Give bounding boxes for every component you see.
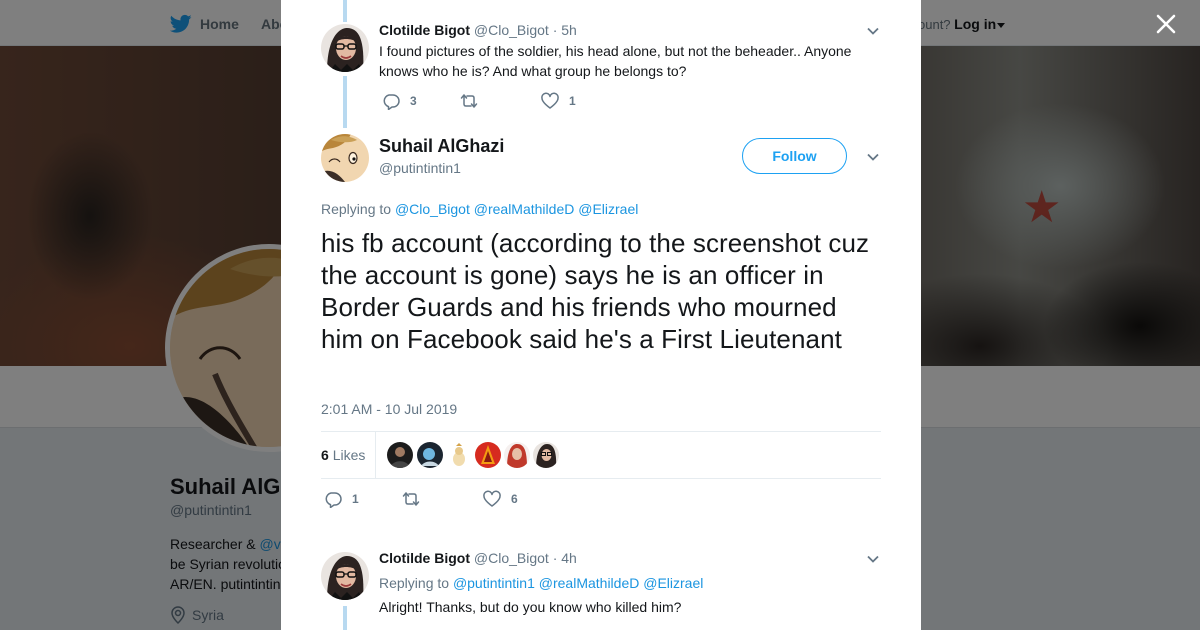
mention-link[interactable]: @Clo_Bigot bbox=[395, 201, 470, 217]
avatar[interactable] bbox=[321, 134, 369, 182]
retweet-action[interactable] bbox=[460, 92, 488, 110]
mention-link[interactable]: @Elizrael bbox=[578, 201, 638, 217]
liker-avatar[interactable] bbox=[475, 442, 501, 468]
mention-link[interactable]: @realMathildeD bbox=[474, 201, 575, 217]
tweet-time[interactable]: · 5h bbox=[553, 22, 577, 38]
tweet-author-handle[interactable]: @Clo_Bigot bbox=[474, 550, 549, 566]
tweet-author-name[interactable]: Suhail AlGhazi bbox=[379, 136, 504, 157]
thread-line-bottom bbox=[343, 606, 347, 630]
replying-to: Replying to @putintintin1 @realMathildeD… bbox=[379, 575, 703, 591]
likes-stat[interactable]: 6 Likes bbox=[321, 447, 365, 463]
chevron-down-icon[interactable] bbox=[866, 24, 880, 38]
retweet-icon bbox=[460, 94, 478, 108]
tweet-author-handle[interactable]: @Clo_Bigot bbox=[474, 22, 549, 38]
heart-icon bbox=[483, 490, 501, 507]
like-count: 6 bbox=[511, 492, 518, 506]
mention-link[interactable]: @realMathildeD bbox=[539, 575, 640, 591]
tweet-author-handle[interactable]: @putintintin1 bbox=[379, 160, 461, 176]
tweet-header: Clotilde Bigot @Clo_Bigot · 5h bbox=[379, 22, 577, 38]
reply-count: 3 bbox=[410, 94, 417, 108]
tweet-text: Alright! Thanks, but do you know who kil… bbox=[379, 599, 682, 615]
likes-stat-label: Likes bbox=[332, 447, 366, 463]
likes-stat-count: 6 bbox=[321, 447, 329, 463]
tweet-header: Clotilde Bigot @Clo_Bigot · 4h bbox=[379, 550, 577, 566]
close-icon[interactable] bbox=[1152, 10, 1180, 38]
tweet-text: I found pictures of the soldier, his hea… bbox=[379, 43, 852, 79]
heart-icon bbox=[541, 92, 559, 109]
like-count: 1 bbox=[569, 94, 576, 108]
avatar[interactable] bbox=[321, 552, 369, 600]
liker-avatar[interactable] bbox=[504, 442, 530, 468]
liker-avatar[interactable] bbox=[387, 442, 413, 468]
stats-divider bbox=[375, 432, 376, 478]
tweet-author-name[interactable]: Clotilde Bigot bbox=[379, 550, 470, 566]
reply-count: 1 bbox=[352, 492, 359, 506]
tweet-time[interactable]: · 4h bbox=[553, 550, 577, 566]
reply-icon bbox=[325, 492, 342, 508]
like-action[interactable]: 1 bbox=[541, 92, 576, 110]
chevron-down-icon[interactable] bbox=[866, 150, 880, 164]
follow-button[interactable]: Follow bbox=[742, 138, 847, 174]
woman-avatar-image bbox=[321, 24, 369, 72]
reply-icon bbox=[383, 94, 400, 110]
thread-line-top bbox=[343, 0, 347, 22]
main-tweet-text: his fb account (according to the screens… bbox=[321, 228, 870, 354]
liker-avatar[interactable] bbox=[446, 442, 472, 468]
tweet-timestamp[interactable]: 2:01 AM - 10 Jul 2019 bbox=[321, 401, 457, 417]
tweet-stats: 6 Likes bbox=[321, 431, 881, 479]
replying-to-label: Replying to bbox=[379, 575, 450, 591]
reply-action[interactable]: 3 bbox=[382, 92, 417, 110]
retweet-action[interactable] bbox=[402, 490, 430, 508]
liker-avatar[interactable] bbox=[533, 442, 559, 468]
cartoon-avatar-image bbox=[321, 134, 369, 182]
reply-action[interactable]: 1 bbox=[324, 490, 359, 508]
mention-link[interactable]: @Elizrael bbox=[643, 575, 703, 591]
like-action[interactable]: 6 bbox=[483, 490, 518, 508]
avatar[interactable] bbox=[321, 24, 369, 72]
mention-link[interactable]: @putintintin1 bbox=[453, 575, 535, 591]
tweet-author-name[interactable]: Clotilde Bigot bbox=[379, 22, 470, 38]
chevron-down-icon[interactable] bbox=[866, 552, 880, 566]
tweet-modal: Clotilde Bigot @Clo_Bigot · 5h I found p… bbox=[281, 0, 921, 630]
retweet-icon bbox=[402, 492, 420, 506]
replying-to-label: Replying to bbox=[321, 201, 392, 217]
replying-to: Replying to @Clo_Bigot @realMathildeD @E… bbox=[321, 201, 638, 217]
woman-avatar-image bbox=[321, 552, 369, 600]
thread-line-mid bbox=[343, 76, 347, 128]
liker-avatar[interactable] bbox=[417, 442, 443, 468]
